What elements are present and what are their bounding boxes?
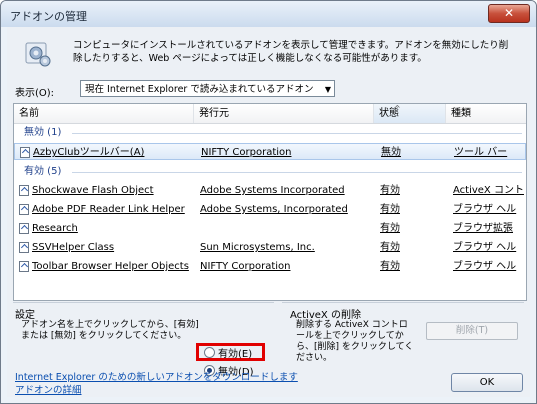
addon-name: Shockwave Flash Object bbox=[32, 185, 154, 196]
addon-manager-window: アドオンの管理 ✕ コンピュータにインストールされているアドオンを表示して管理で… bbox=[0, 0, 537, 404]
list-item[interactable]: Adobe PDF Reader Link Helper Adobe Syste… bbox=[14, 201, 526, 218]
column-header-type[interactable]: 種類 bbox=[446, 104, 526, 123]
list-header: 名前 発行元 状態 ^ 種類 bbox=[14, 104, 526, 124]
addon-publisher: NIFTY Corporation bbox=[201, 147, 292, 158]
addon-type: ブラウザ ヘル bbox=[453, 242, 517, 253]
list-item[interactable]: Research 有効 ブラウザ拡張 bbox=[14, 220, 526, 237]
addon-type: ブラウザ ヘル bbox=[453, 261, 517, 272]
addon-icon bbox=[19, 261, 29, 272]
addon-name: AzbyClubツールバー(A) bbox=[33, 147, 145, 158]
download-addons-link[interactable]: Internet Explorer のための新しいアドオンをダウンロードします bbox=[15, 369, 298, 383]
group-label-disabled: 無効 (1) bbox=[24, 127, 62, 138]
group-divider bbox=[72, 133, 522, 134]
addon-status: 有効 bbox=[380, 261, 400, 272]
list-item[interactable]: SSVHelper Class Sun Microsystems, Inc. 有… bbox=[14, 239, 526, 256]
title-bar: アドオンの管理 ✕ bbox=[1, 1, 536, 27]
activex-group: ActiveX の削除 削除する ActiveX コントロールを上でクリックして… bbox=[282, 302, 524, 363]
close-button[interactable]: ✕ bbox=[488, 4, 530, 23]
settings-title: 設定 bbox=[15, 310, 35, 321]
addon-list[interactable]: 名前 発行元 状態 ^ 種類 無効 (1) AzbyClubツールバー(A) N… bbox=[13, 103, 527, 301]
activex-title: ActiveX の削除 bbox=[290, 310, 361, 321]
gear-icon bbox=[25, 42, 51, 67]
group-label-enabled: 有効 (5) bbox=[24, 166, 62, 177]
addon-status: 無効 bbox=[381, 147, 401, 158]
enable-radio[interactable]: 有効(E) bbox=[204, 347, 252, 361]
addon-icon bbox=[19, 185, 29, 196]
list-item[interactable]: AzbyClubツールバー(A) NIFTY Corporation 無効 ツー… bbox=[14, 143, 526, 160]
addon-type: ブラウザ ヘル bbox=[453, 204, 517, 215]
ok-button[interactable]: OK bbox=[451, 373, 523, 392]
addon-status: 有効 bbox=[380, 223, 400, 234]
addon-type: ツール バー bbox=[454, 147, 508, 158]
activex-instructions: 削除する ActiveX コントロールを上でクリックしてから、[削除] をクリッ… bbox=[296, 320, 414, 363]
addon-icon bbox=[19, 242, 29, 253]
addon-icon bbox=[19, 204, 29, 215]
chevron-down-icon: ▼ bbox=[324, 85, 331, 94]
addon-type: ブラウザ拡張 bbox=[453, 223, 513, 234]
list-item[interactable]: Shockwave Flash Object Adobe Systems Inc… bbox=[14, 182, 526, 199]
addon-icon bbox=[19, 223, 29, 234]
view-dropdown[interactable]: 現在 Internet Explorer で読み込まれているアドオン ▼ bbox=[80, 80, 335, 97]
addon-name: Adobe PDF Reader Link Helper bbox=[32, 204, 185, 215]
addon-publisher: Adobe Systems, Incorporated bbox=[200, 204, 348, 215]
addon-name: Toolbar Browser Helper Objects bbox=[32, 261, 189, 272]
addon-name: SSVHelper Class bbox=[32, 242, 115, 253]
column-header-status[interactable]: 状態 ^ bbox=[374, 104, 446, 123]
window-title: アドオンの管理 bbox=[10, 10, 87, 23]
addon-type: ActiveX コント bbox=[453, 185, 524, 196]
view-dropdown-value: 現在 Internet Explorer で読み込まれているアドオン bbox=[85, 84, 314, 95]
addon-status: 有効 bbox=[380, 185, 400, 196]
delete-button[interactable]: 削除(T) bbox=[426, 322, 518, 340]
column-header-publisher[interactable]: 発行元 bbox=[194, 104, 374, 123]
addon-publisher: Sun Microsystems, Inc. bbox=[200, 242, 315, 253]
sort-ascending-icon: ^ bbox=[394, 104, 401, 113]
addon-icon bbox=[20, 147, 30, 158]
addon-status: 有効 bbox=[380, 204, 400, 215]
group-divider bbox=[72, 172, 522, 173]
addon-name: Research bbox=[32, 223, 78, 234]
enable-radio-circle[interactable] bbox=[204, 347, 215, 358]
enable-radio-label: 有効(E) bbox=[218, 349, 253, 360]
addon-details-link[interactable]: アドオンの詳細 bbox=[15, 382, 82, 396]
addon-publisher: Adobe Systems Incorporated bbox=[200, 185, 345, 196]
addon-status: 有効 bbox=[380, 242, 400, 253]
column-header-name[interactable]: 名前 bbox=[14, 104, 194, 123]
dialog-body: コンピュータにインストールされているアドオンを表示して管理できます。アドオンを無… bbox=[7, 27, 530, 397]
list-item[interactable]: Toolbar Browser Helper Objects NIFTY Cor… bbox=[14, 258, 526, 275]
addon-publisher: NIFTY Corporation bbox=[200, 261, 291, 272]
group-header-enabled: 有効 (5) bbox=[14, 164, 526, 180]
group-header-disabled: 無効 (1) bbox=[14, 125, 526, 141]
header-description: コンピュータにインストールされているアドオンを表示して管理できます。アドオンを無… bbox=[73, 40, 509, 64]
settings-instructions: アドオン名を上でクリックしてから、[有効] または [無効] をクリックしてくだ… bbox=[21, 320, 199, 341]
view-label: 表示(O): bbox=[15, 88, 55, 99]
